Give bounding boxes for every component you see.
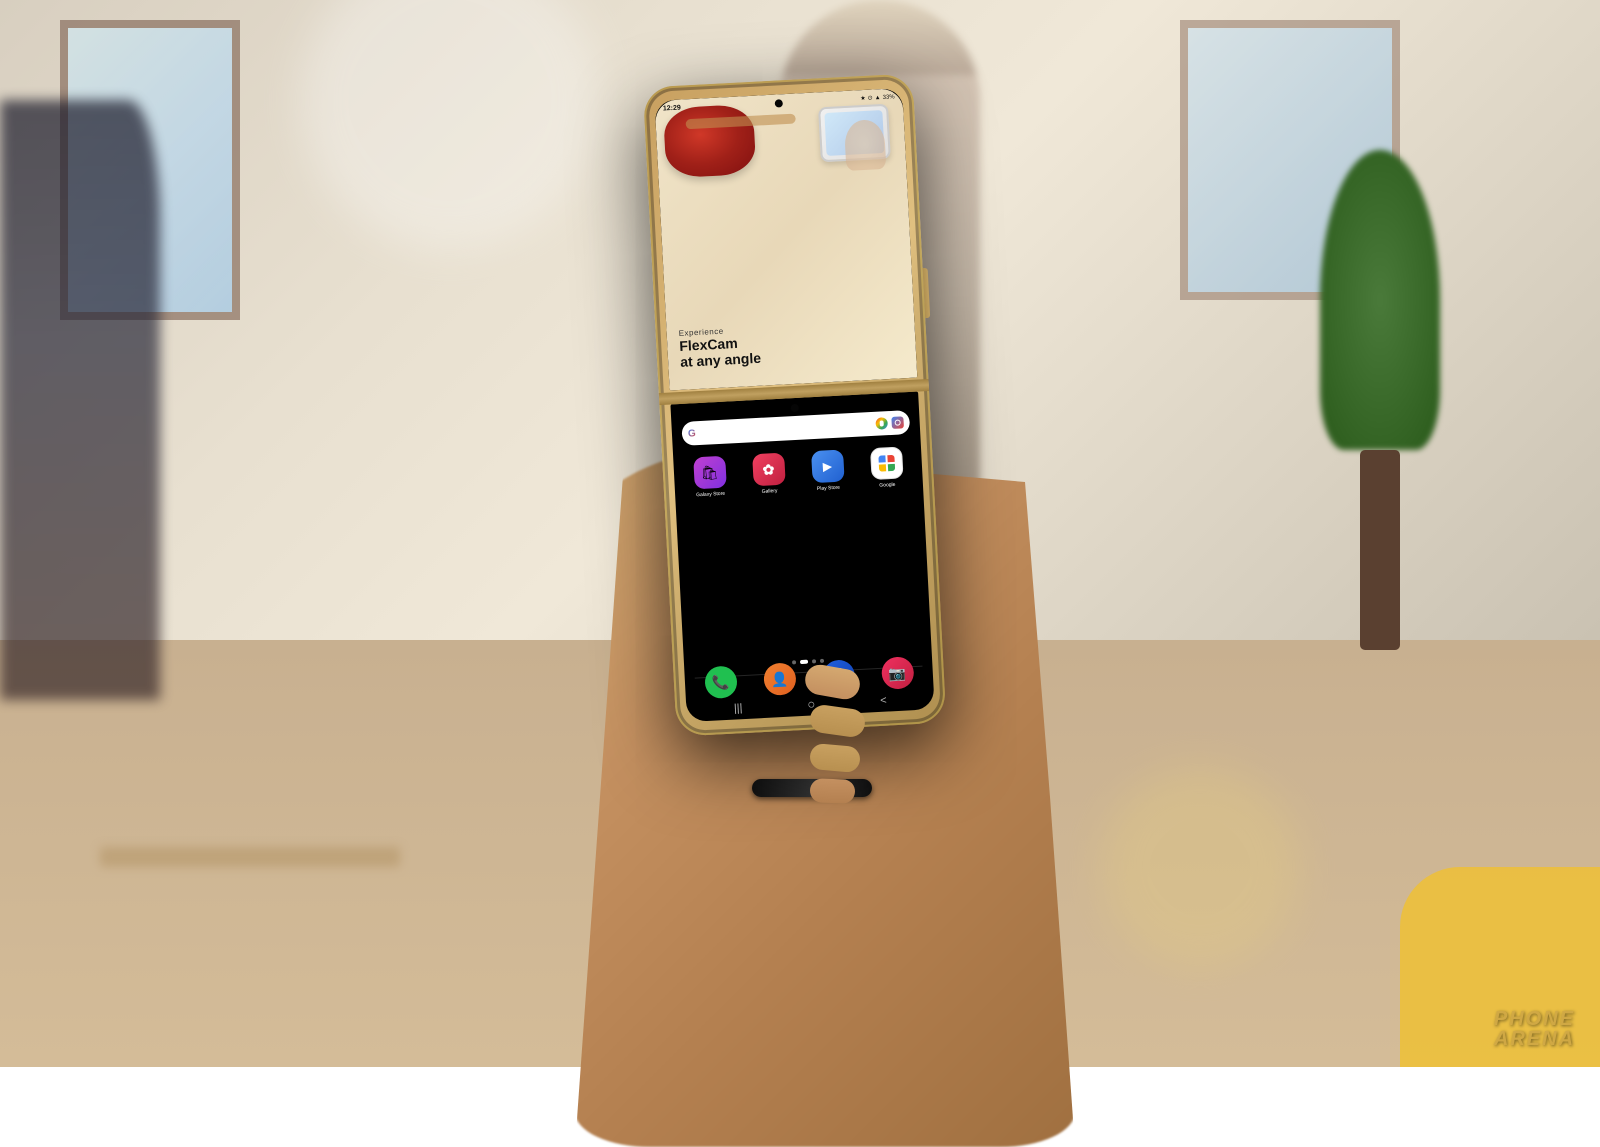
promo-text-block: Experience FlexCam at any angle: [678, 325, 761, 370]
google-icon[interactable]: [869, 446, 903, 480]
camera-hole-upper: [775, 99, 783, 107]
camera-icon: 📷: [888, 664, 906, 682]
watermark-line2: ARENA: [1494, 1029, 1575, 1049]
phone[interactable]: Experience FlexCam at any angle 12:29 ★ …: [643, 73, 947, 736]
dock-contacts[interactable]: 👤: [763, 662, 797, 696]
watermark: PHONE ARENA: [1494, 1009, 1575, 1049]
dock-camera[interactable]: 📷: [880, 656, 914, 690]
app-play-store[interactable]: ▶ Play Store: [811, 450, 845, 493]
play-store-label: Play Store: [817, 485, 840, 492]
nav-back-icon[interactable]: <: [880, 694, 887, 706]
lens-icon[interactable]: [891, 416, 904, 429]
app-gallery[interactable]: ✿ Gallery: [752, 453, 786, 496]
google-search-bar[interactable]: G: [681, 410, 910, 446]
app-grid: 🛍 Galaxy Store ✿ Gallery ▶ Play Store: [679, 446, 917, 499]
status-icons: ★ ⊙ ▲ 33%: [860, 93, 895, 102]
play-store-icon[interactable]: ▶: [811, 450, 845, 484]
promo-title: FlexCam at any angle: [679, 334, 761, 370]
google-label: Google: [879, 482, 895, 489]
gallery-label: Gallery: [762, 488, 778, 495]
dock-phone[interactable]: 📞: [704, 665, 738, 699]
promo-food-item: [663, 104, 757, 179]
search-spacer: [700, 424, 872, 433]
galaxy-store-label: Galaxy Store: [696, 491, 725, 499]
status-time: 12:29: [663, 105, 681, 113]
phone-icon: 📞: [711, 673, 729, 691]
nav-recent-icon[interactable]: |||: [734, 702, 743, 714]
signal-icon: ▲: [875, 95, 881, 101]
watermark-line1: PHONE: [1494, 1009, 1575, 1029]
screen-upper: Experience FlexCam at any angle 12:29 ★ …: [654, 88, 917, 391]
promo-title-line2: at any angle: [680, 350, 762, 370]
notification-icon: ⊙: [867, 94, 872, 101]
app-galaxy-store[interactable]: 🛍 Galaxy Store: [693, 456, 727, 499]
mic-icon[interactable]: [875, 417, 888, 430]
contacts-icon: 👤: [770, 670, 788, 688]
hand-phone-assembly: Experience FlexCam at any angle 12:29 ★ …: [0, 0, 1600, 1067]
battery-icon: 33%: [882, 94, 894, 101]
galaxy-store-icon[interactable]: 🛍: [693, 456, 727, 490]
promo-banner: Experience FlexCam at any angle 12:29 ★ …: [654, 88, 917, 391]
camera-hole-lower: [791, 404, 799, 412]
screen-lower: G 🛍 Galaxy Store: [670, 392, 934, 723]
gallery-icon[interactable]: ✿: [752, 453, 786, 487]
app-google[interactable]: Google: [869, 446, 903, 489]
star-icon: ★: [860, 95, 866, 102]
google-g-logo: G: [688, 428, 696, 439]
